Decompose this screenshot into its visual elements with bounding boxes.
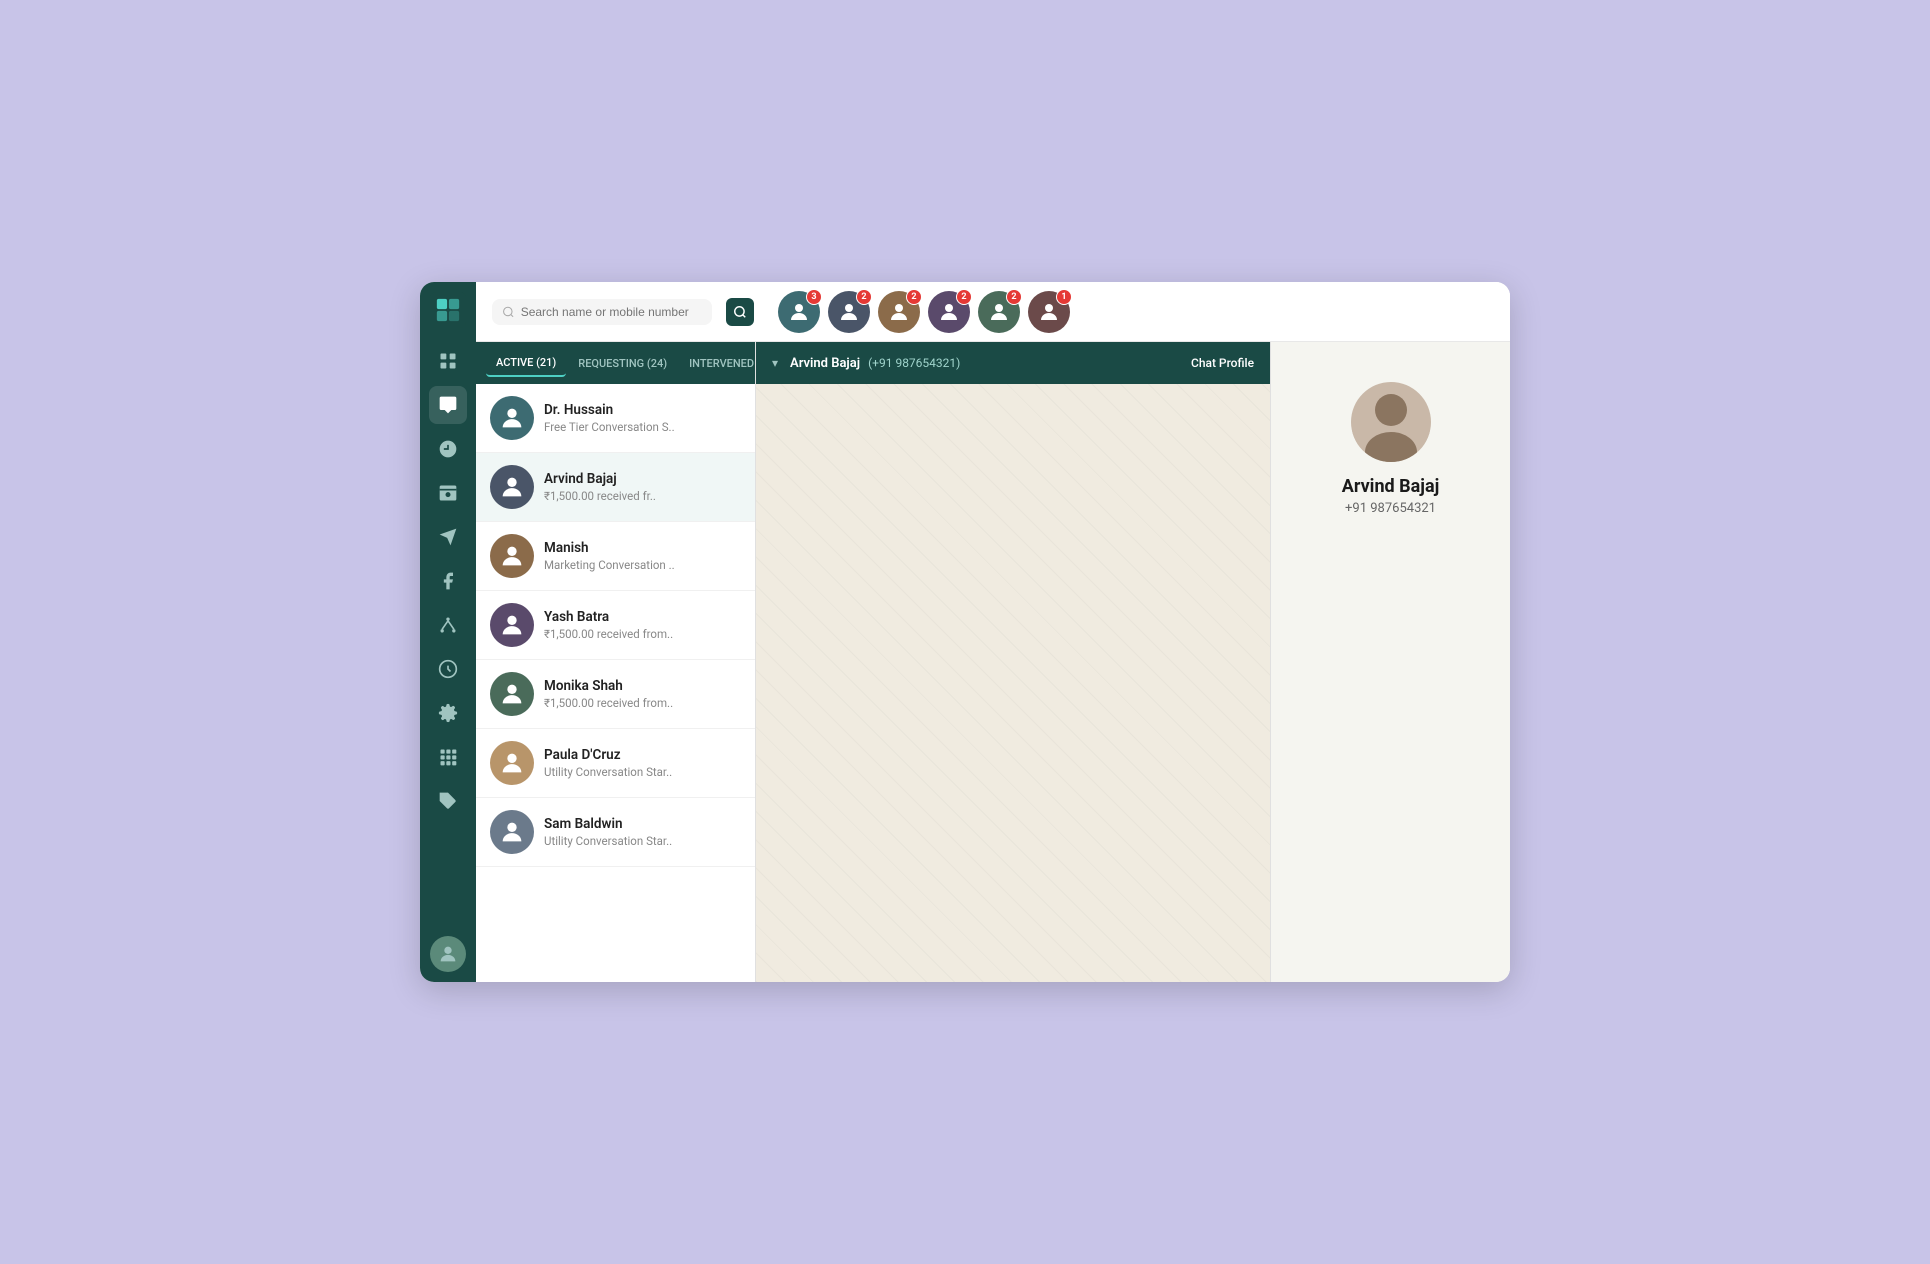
profile-panel: Arvind Bajaj +91 987654321 [1270,342,1510,982]
conv-name-monika-shah: Monika Shah [544,678,741,694]
conv-msg-monika-shah: ₹1,500.00 received from.. [544,696,741,710]
sidebar-item-dashboard[interactable] [429,342,467,380]
sidebar-item-send[interactable] [429,518,467,556]
profile-phone: +91 987654321 [1345,501,1436,516]
conversation-item-arvind-bajaj[interactable]: Arvind Bajaj ₹1,500.00 received fr.. [476,453,755,522]
sidebar-item-chat[interactable] [429,386,467,424]
conv-msg-dr-hussain: Free Tier Conversation S.. [544,420,741,434]
content-area: ACTIVE (21) REQUESTING (24) INTERVENED (… [476,342,1510,982]
conv-info-sam-baldwin: Sam Baldwin Utility Conversation Star.. [544,816,741,848]
conversation-tabs: ACTIVE (21) REQUESTING (24) INTERVENED (… [476,342,755,384]
header-avatar-4[interactable]: 2 [928,291,970,333]
conv-info-paula-dcruz: Paula D'Cruz Utility Conversation Star.. [544,747,741,779]
tab-active[interactable]: ACTIVE (21) [486,350,566,377]
conv-avatar-monika-shah [490,672,534,716]
header-avatars: 3 2 2 2 [778,291,1070,333]
conv-info-monika-shah: Monika Shah ₹1,500.00 received from.. [544,678,741,710]
avatar-badge-6: 1 [1056,289,1072,305]
sidebar-bottom [430,936,466,972]
conv-avatar-arvind-bajaj [490,465,534,509]
sidebar-item-reports[interactable] [429,650,467,688]
search-icon [502,305,515,319]
profile-avatar [1351,382,1431,462]
conv-avatar-dr-hussain [490,396,534,440]
conv-msg-arvind-bajaj: ₹1,500.00 received fr.. [544,489,741,503]
conv-name-yash-batra: Yash Batra [544,609,741,625]
conv-msg-yash-batra: ₹1,500.00 received from.. [544,627,741,641]
conv-info-yash-batra: Yash Batra ₹1,500.00 received from.. [544,609,741,641]
conv-msg-sam-baldwin: Utility Conversation Star.. [544,834,741,848]
app-window: 3 2 2 2 [420,282,1510,982]
conversation-list: Dr. Hussain Free Tier Conversation S.. A… [476,384,755,982]
conv-name-sam-baldwin: Sam Baldwin [544,816,741,832]
chat-header-phone: (+91 987654321) [868,356,960,370]
header-avatar-3[interactable]: 2 [878,291,920,333]
chat-header-name: Arvind Bajaj [790,356,860,371]
conv-info-arvind-bajaj: Arvind Bajaj ₹1,500.00 received fr.. [544,471,741,503]
sidebar-nav [429,342,467,936]
profile-name: Arvind Bajaj [1342,476,1440,497]
conv-name-paula-dcruz: Paula D'Cruz [544,747,741,763]
sidebar-item-apps[interactable] [429,738,467,776]
sidebar-item-contacts[interactable] [429,474,467,512]
chat-header-chevron: ▾ [772,356,778,370]
header-avatar-6[interactable]: 1 [1028,291,1070,333]
conversation-item-monika-shah[interactable]: Monika Shah ₹1,500.00 received from.. [476,660,755,729]
conv-name-dr-hussain: Dr. Hussain [544,402,741,418]
search-box [492,299,712,325]
tab-requesting[interactable]: REQUESTING (24) [568,351,677,376]
conversation-item-sam-baldwin[interactable]: Sam Baldwin Utility Conversation Star.. [476,798,755,867]
conv-avatar-sam-baldwin [490,810,534,854]
logo[interactable] [430,292,466,328]
sidebar-item-history[interactable] [429,430,467,468]
chat-background [756,342,1270,982]
sidebar-item-tags[interactable] [429,782,467,820]
avatar-badge-2: 2 [856,289,872,305]
sidebar-item-facebook[interactable] [429,562,467,600]
user-avatar-sidebar[interactable] [430,936,466,972]
conv-avatar-paula-dcruz [490,741,534,785]
conv-name-manish: Manish [544,540,741,556]
header-avatar-1[interactable]: 3 [778,291,820,333]
conversation-item-dr-hussain[interactable]: Dr. Hussain Free Tier Conversation S.. [476,384,755,453]
search-btn-icon [733,305,747,319]
header-avatar-2[interactable]: 2 [828,291,870,333]
sidebar-item-integrations[interactable] [429,606,467,644]
conversation-item-yash-batra[interactable]: Yash Batra ₹1,500.00 received from.. [476,591,755,660]
main-panel: 3 2 2 2 [476,282,1510,982]
conv-msg-manish: Marketing Conversation .. [544,558,741,572]
conv-avatar-yash-batra [490,603,534,647]
sidebar [420,282,476,982]
chat-area: ▾ Arvind Bajaj (+91 987654321) Chat Prof… [756,342,1270,982]
avatar-badge-3: 2 [906,289,922,305]
chat-profile-button[interactable]: Chat Profile [1191,356,1254,370]
avatar-badge-4: 2 [956,289,972,305]
conversation-panel: ACTIVE (21) REQUESTING (24) INTERVENED (… [476,342,756,982]
top-header: 3 2 2 2 [476,282,1510,342]
search-button[interactable] [726,298,754,326]
avatar-badge-5: 2 [1006,289,1022,305]
header-avatar-5[interactable]: 2 [978,291,1020,333]
conversation-item-paula-dcruz[interactable]: Paula D'Cruz Utility Conversation Star.. [476,729,755,798]
conv-msg-paula-dcruz: Utility Conversation Star.. [544,765,741,779]
search-input[interactable] [521,305,702,319]
conv-info-manish: Manish Marketing Conversation .. [544,540,741,572]
avatar-badge-1: 3 [806,289,822,305]
sidebar-item-settings[interactable] [429,694,467,732]
conv-info-dr-hussain: Dr. Hussain Free Tier Conversation S.. [544,402,741,434]
chat-header: ▾ Arvind Bajaj (+91 987654321) Chat Prof… [756,342,1270,384]
conv-name-arvind-bajaj: Arvind Bajaj [544,471,741,487]
conversation-item-manish[interactable]: Manish Marketing Conversation .. [476,522,755,591]
conv-avatar-manish [490,534,534,578]
